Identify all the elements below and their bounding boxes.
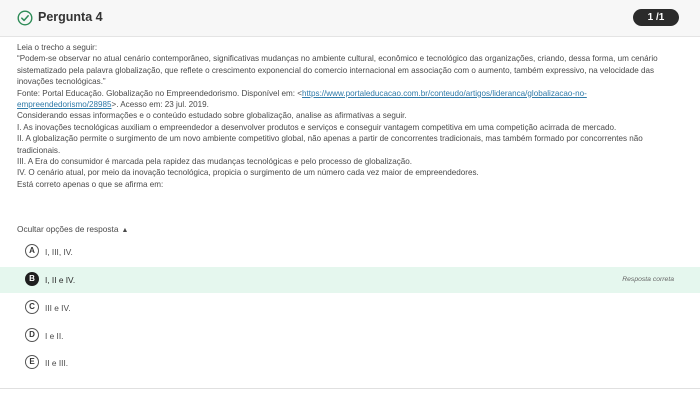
question-intro: Leia o trecho a seguir: bbox=[17, 43, 98, 52]
check-circle-icon bbox=[17, 10, 33, 26]
hide-options-label: Ocultar opções de resposta bbox=[17, 224, 119, 234]
source-prefix: Fonte: Portal Educação. Globalização no … bbox=[17, 88, 303, 98]
chevron-up-icon: ▲ bbox=[121, 227, 129, 234]
bottom-divider bbox=[0, 388, 700, 389]
statement-1: I. As inovações tecnológicas auxiliam o … bbox=[17, 122, 617, 132]
option-letter-b: B bbox=[25, 272, 39, 286]
question-prompt: Está correto apenas o que se afirma em: bbox=[17, 179, 164, 189]
option-letter-c: C bbox=[25, 300, 39, 314]
question-pager-badge: 1 /1 bbox=[633, 9, 679, 26]
answer-option-d[interactable]: D I e II. bbox=[0, 323, 700, 349]
hide-options-toggle[interactable]: Ocultar opções de resposta ▲ bbox=[17, 224, 128, 234]
source-suffix: >. Acesso em: 23 jul. 2019. bbox=[111, 100, 209, 110]
option-text-d: I e II. bbox=[45, 331, 64, 341]
statement-4: IV. O cenário atual, por meio da inovaçã… bbox=[17, 168, 479, 178]
correct-answer-label: Resposta correta bbox=[622, 276, 674, 283]
option-text-c: III e IV. bbox=[45, 303, 71, 313]
answer-option-e[interactable]: E II e III. bbox=[0, 350, 700, 376]
answer-option-a[interactable]: A I, III, IV. bbox=[0, 239, 700, 265]
statement-2: II. A globalização permite o surgimento … bbox=[17, 134, 643, 155]
option-letter-e: E bbox=[25, 355, 39, 369]
option-letter-d: D bbox=[25, 328, 39, 342]
statement-3: III. A Era do consumidor é marcada pela … bbox=[17, 157, 413, 167]
question-body: Leia o trecho a seguir: “Podem-se observ… bbox=[17, 42, 687, 190]
option-text-e: II e III. bbox=[45, 358, 69, 368]
option-text-b: I, II e IV. bbox=[45, 275, 76, 285]
question-header: Pergunta 4 1 /1 bbox=[0, 0, 700, 37]
answer-option-b[interactable]: B I, II e IV. Resposta correta bbox=[0, 267, 700, 293]
question-quote: “Podem-se observar no atual cenário cont… bbox=[17, 54, 658, 87]
question-instruction: Considerando essas informações e o conte… bbox=[17, 111, 407, 121]
option-text-a: I, III, IV. bbox=[45, 247, 73, 257]
option-letter-a: A bbox=[25, 244, 39, 258]
question-title: Pergunta 4 bbox=[38, 10, 103, 24]
answer-option-c[interactable]: C III e IV. bbox=[0, 295, 700, 321]
question-source: Fonte: Portal Educação. Globalização no … bbox=[17, 88, 687, 111]
